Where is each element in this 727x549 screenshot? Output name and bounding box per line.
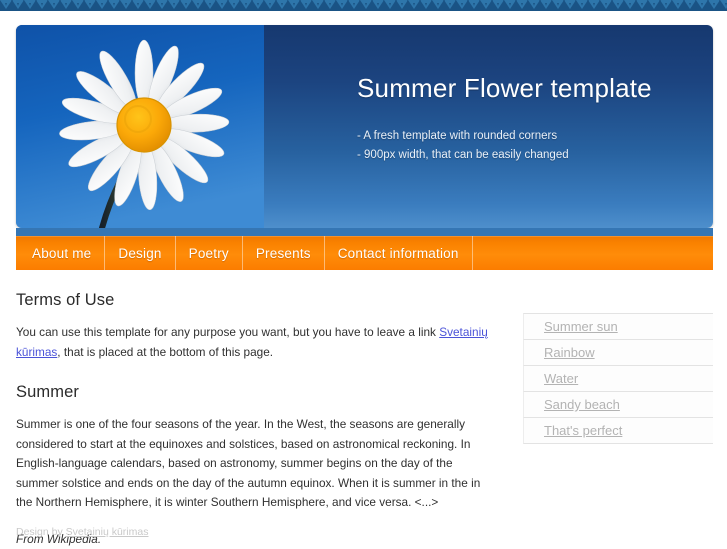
header-tagline-1: - A fresh template with rounded corners — [357, 130, 697, 142]
page-container: Summer Flower template - A fresh templat… — [0, 11, 727, 545]
sidebar-item-sandy-beach[interactable]: Sandy beach — [523, 392, 713, 418]
site-footer: Design by Svetainių kūrimas — [16, 526, 713, 546]
nav-item-contact-information[interactable]: Contact information — [325, 236, 473, 270]
nav-item-design[interactable]: Design — [105, 236, 175, 270]
decorative-top-band — [0, 0, 727, 11]
sidebar-item-thats-perfect[interactable]: That's perfect — [523, 418, 713, 444]
header-flower-photo — [16, 25, 264, 228]
nav-top-accent-strip — [16, 228, 713, 236]
daisy-flower-icon — [16, 25, 264, 228]
nav-item-presents[interactable]: Presents — [243, 236, 325, 270]
nav-item-about-me[interactable]: About me — [16, 236, 105, 270]
main-column: Terms of Use You can use this template f… — [16, 270, 493, 549]
header-tagline-2: - 900px width, that can be easily change… — [357, 149, 697, 161]
paragraph-summer: Summer is one of the four seasons of the… — [16, 402, 493, 513]
tribal-pattern-icon — [0, 0, 727, 11]
terms-text-before-link: You can use this template for any purpos… — [16, 325, 439, 339]
terms-text-after-link: , that is placed at the bottom of this p… — [57, 345, 273, 359]
sidebar-item-rainbow[interactable]: Rainbow — [523, 340, 713, 366]
page-title: Summer Flower template — [357, 73, 687, 104]
main-navigation: About me Design Poetry Presents Contact … — [16, 236, 713, 270]
heading-summer: Summer — [16, 362, 493, 402]
footer-prefix-text: Design by — [16, 526, 66, 538]
nav-item-poetry[interactable]: Poetry — [176, 236, 243, 270]
sidebar-menu: Summer sun Rainbow Water Sandy beach Tha… — [523, 313, 713, 444]
site-header: Summer Flower template - A fresh templat… — [16, 25, 713, 228]
heading-terms-of-use: Terms of Use — [16, 270, 493, 310]
sidebar-item-summer-sun[interactable]: Summer sun — [523, 313, 713, 340]
footer-credit-link[interactable]: Svetainių kūrimas — [66, 526, 149, 538]
sidebar-item-water[interactable]: Water — [523, 366, 713, 392]
paragraph-terms-of-use: You can use this template for any purpos… — [16, 310, 493, 362]
content-area: Terms of Use You can use this template f… — [16, 270, 713, 515]
